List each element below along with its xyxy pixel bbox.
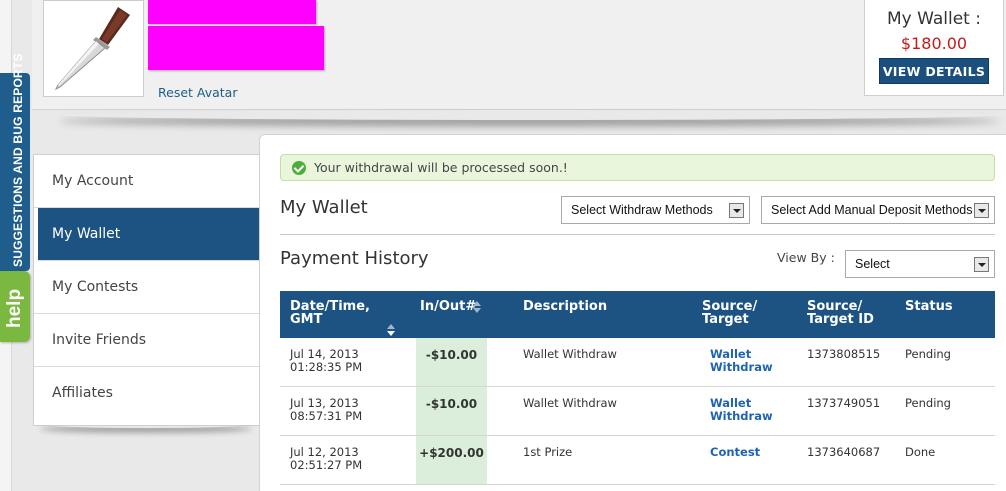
sidebar-item-my-contests[interactable]: My Contests xyxy=(34,261,260,314)
view-details-button[interactable]: VIEW DETAILS xyxy=(879,58,989,84)
wallet-balance: $180.00 xyxy=(900,34,968,53)
redacted-details-block xyxy=(148,26,324,70)
row-time: 01:28:35 PM xyxy=(290,360,363,374)
account-sidebar: My Account My Wallet My Contests Invite … xyxy=(33,154,260,426)
check-circle-icon xyxy=(292,161,306,175)
row-target-id: 1373808515 xyxy=(807,347,881,361)
row-description: Wallet Withdraw xyxy=(523,396,617,410)
row-datetime: Jul 12, 2013 02:51:27 PM xyxy=(290,446,362,472)
column-header-source-line2: Target xyxy=(702,312,749,327)
row-amount: -$10.00 xyxy=(425,348,478,362)
sidebar-item-my-wallet[interactable]: My Wallet xyxy=(38,208,260,261)
reset-avatar-link[interactable]: Reset Avatar xyxy=(158,85,237,100)
sidebar-item-my-account[interactable]: My Account xyxy=(34,155,260,208)
view-by-select[interactable]: Select xyxy=(845,250,995,278)
payment-history-table: Date/Time, GMT In/Out# Description Sourc… xyxy=(280,291,995,485)
sidebar-item-invite-friends[interactable]: Invite Friends xyxy=(34,314,260,367)
success-alert: Your withdrawal will be processed soon.! xyxy=(280,154,995,181)
suggestions-feedback-label: SUGGESTIONS AND BUG REPORTS xyxy=(11,53,25,267)
suggestions-feedback-tab[interactable]: SUGGESTIONS AND BUG REPORTS xyxy=(0,53,30,271)
row-source-link[interactable]: Contest xyxy=(710,446,760,459)
row-target-id: 1373640687 xyxy=(807,445,881,459)
column-header-description: Description xyxy=(523,299,608,314)
help-label: help xyxy=(4,288,25,328)
row-time: 02:51:27 PM xyxy=(290,458,363,472)
sort-icon[interactable] xyxy=(473,301,483,313)
row-status: Done xyxy=(905,445,936,459)
chevron-down-icon xyxy=(974,257,989,272)
chevron-down-icon xyxy=(974,203,989,218)
wallet-summary: My Wallet : $180.00 VIEW DETAILS xyxy=(864,0,1004,96)
row-source-link[interactable]: Wallet Withdraw xyxy=(710,397,773,423)
table-row: Jul 13, 2013 08:57:31 PM -$10.00 Wallet … xyxy=(280,387,995,436)
row-datetime: Jul 13, 2013 08:57:31 PM xyxy=(290,397,362,423)
row-source-line1: Contest xyxy=(710,445,761,459)
row-datetime: Jul 14, 2013 01:28:35 PM xyxy=(290,348,362,374)
table-row: Jul 12, 2013 02:51:27 PM +$200.00 1st Pr… xyxy=(280,436,995,485)
wallet-summary-title: My Wallet : xyxy=(887,9,981,29)
payment-history-title: Payment History xyxy=(280,248,429,269)
column-header-date-line2: GMT xyxy=(290,312,323,327)
redacted-username-block xyxy=(148,0,316,24)
column-header-inout[interactable]: In/Out# xyxy=(420,300,476,313)
avatar xyxy=(43,0,144,97)
sort-desc-icon[interactable] xyxy=(387,324,397,336)
row-time: 08:57:31 PM xyxy=(290,409,363,423)
deposit-methods-select[interactable]: Select Add Manual Deposit Methods xyxy=(761,196,995,224)
view-by-select-value: Select xyxy=(855,257,890,271)
row-status: Pending xyxy=(905,396,951,410)
row-source-line2: Withdraw xyxy=(710,409,773,423)
inout-cell-bg xyxy=(416,338,487,386)
column-header-source-id: Source/ Target ID xyxy=(807,300,874,326)
column-header-source-id-line2: Target ID xyxy=(807,312,874,327)
success-alert-text: Your withdrawal will be processed soon.! xyxy=(314,160,568,175)
view-by-label: View By : xyxy=(777,250,835,265)
chevron-down-icon xyxy=(729,203,744,218)
row-amount: -$10.00 xyxy=(425,397,478,411)
row-description: 1st Prize xyxy=(523,445,573,459)
row-amount: +$200.00 xyxy=(419,446,484,460)
knife-avatar-image xyxy=(44,1,143,96)
row-target-id: 1373749051 xyxy=(807,396,881,410)
row-source-line2: Withdraw xyxy=(710,360,773,374)
row-source-link[interactable]: Wallet Withdraw xyxy=(710,348,773,374)
wallet-section-title: My Wallet xyxy=(280,197,368,218)
inout-cell-bg xyxy=(416,436,487,484)
column-header-source: Source/ Target xyxy=(702,300,757,326)
table-row: Jul 14, 2013 01:28:35 PM -$10.00 Wallet … xyxy=(280,338,995,387)
withdraw-methods-select-value: Select Withdraw Methods xyxy=(571,203,713,217)
row-description: Wallet Withdraw xyxy=(523,347,617,361)
row-status: Pending xyxy=(905,347,951,361)
table-header: Date/Time, GMT In/Out# Description Sourc… xyxy=(280,291,995,338)
sidebar-shadow xyxy=(40,420,252,428)
column-header-date[interactable]: Date/Time, GMT xyxy=(290,300,370,326)
section-divider xyxy=(280,234,995,235)
help-tab[interactable]: help xyxy=(0,271,30,342)
withdraw-methods-select[interactable]: Select Withdraw Methods xyxy=(561,196,750,224)
sidebar-item-affiliates[interactable]: Affiliates xyxy=(34,367,260,420)
inout-cell-bg xyxy=(416,387,487,435)
header-shadow xyxy=(60,110,1000,120)
deposit-methods-select-value: Select Add Manual Deposit Methods xyxy=(771,203,973,217)
column-header-status: Status xyxy=(905,299,953,314)
